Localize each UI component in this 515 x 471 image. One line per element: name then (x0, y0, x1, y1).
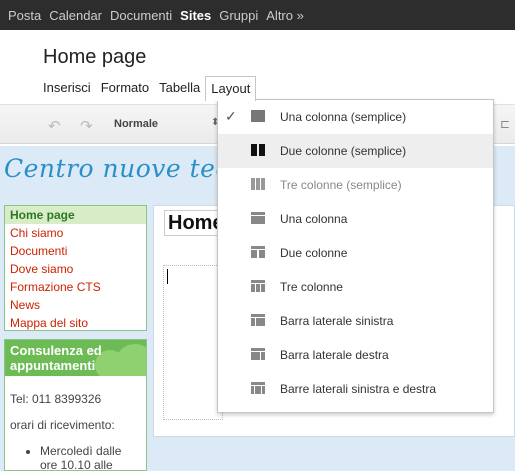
two-columns-icon (251, 246, 265, 258)
layout-dropdown: ✓ Una colonna (semplice) Due colonne (se… (217, 99, 494, 413)
site-nav-news[interactable]: News (5, 296, 146, 314)
undo-icon[interactable]: ↶ (48, 117, 61, 135)
contact-phone: Tel: 011 8399326 (10, 392, 102, 406)
one-column-icon (251, 212, 265, 224)
topbar-link-gruppi[interactable]: Gruppi (215, 8, 262, 23)
two-columns-simple-icon (251, 144, 265, 156)
topbar-link-calendar[interactable]: Calendar (45, 8, 106, 23)
site-nav-chi-siamo[interactable]: Chi siamo (5, 224, 146, 242)
layout-option-label: Tre colonne (semplice) (280, 178, 402, 192)
contact-hours-label: orari di ricevimento: (10, 418, 115, 432)
layout-option-label: Due colonne (280, 246, 348, 260)
topbar-link-documenti[interactable]: Documenti (106, 8, 176, 23)
paragraph-style-select[interactable]: Normale (114, 118, 158, 130)
contact-header-text: Consulenza ed appuntamenti (10, 343, 102, 373)
layout-option-three-columns[interactable]: Tre colonne (218, 270, 493, 304)
contact-gadget: Consulenza ed appuntamenti Tel: 011 8399… (4, 339, 147, 471)
one-column-simple-icon (251, 110, 265, 122)
content-heading[interactable]: Home (164, 210, 224, 236)
site-nav-mappa[interactable]: Mappa del sito (5, 314, 146, 332)
both-sidebars-icon (251, 382, 265, 394)
page-title: Home page (43, 46, 147, 68)
menu-formato[interactable]: Formato (96, 76, 154, 100)
content-edit-area[interactable] (163, 265, 223, 420)
layout-option-one-column-simple[interactable]: ✓ Una colonna (semplice) (218, 100, 493, 134)
layout-option-label: Barra laterale sinistra (280, 314, 394, 328)
layout-option-one-column[interactable]: Una colonna (218, 202, 493, 236)
contact-body: Tel: 011 8399326 orari di ricevimento: M… (5, 376, 146, 471)
left-sidebar-icon (251, 314, 265, 326)
more-toolbar-icon[interactable]: ⊏ (500, 117, 510, 131)
topbar-link-altro[interactable]: Altro » (262, 8, 308, 23)
layout-option-two-columns[interactable]: Due colonne (218, 236, 493, 270)
layout-option-two-columns-simple[interactable]: Due colonne (semplice) (218, 134, 493, 168)
three-columns-icon (251, 280, 265, 292)
menu-tabella[interactable]: Tabella (154, 76, 205, 100)
site-nav-dove-siamo[interactable]: Dove siamo (5, 260, 146, 278)
site-nav-home[interactable]: Home page (5, 206, 146, 224)
site-navigation: Home page Chi siamo Documenti Dove siamo… (4, 205, 147, 331)
menu-layout[interactable]: Layout (205, 75, 257, 101)
layout-option-right-sidebar[interactable]: Barra laterale destra (218, 338, 493, 372)
site-nav-documenti[interactable]: Documenti (5, 242, 146, 260)
three-columns-simple-icon (251, 178, 265, 190)
google-bar: Posta Calendar Documenti Sites Gruppi Al… (0, 0, 515, 30)
redo-icon[interactable]: ↷ (80, 117, 93, 135)
topbar-link-sites[interactable]: Sites (176, 8, 215, 23)
layout-option-label: Barre laterali sinistra e destra (280, 382, 437, 396)
layout-option-label: Barra laterale destra (280, 348, 389, 362)
layout-option-label: Una colonna (280, 212, 348, 226)
editor-menubar: Inserisci Formato Tabella Layout (38, 75, 257, 101)
menu-inserisci[interactable]: Inserisci (38, 76, 96, 100)
contact-hours-item: Mercoledì dalle ore 10.10 alle (40, 444, 141, 471)
layout-option-label: Due colonne (semplice) (280, 144, 407, 158)
layout-option-label: Tre colonne (280, 280, 343, 294)
checkmark-icon: ✓ (225, 108, 237, 124)
layout-option-three-columns-simple[interactable]: Tre colonne (semplice) (218, 168, 493, 202)
right-sidebar-icon (251, 348, 265, 360)
site-nav-formazione[interactable]: Formazione CTS (5, 278, 146, 296)
topbar-link-posta[interactable]: Posta (4, 8, 45, 23)
layout-option-left-sidebar[interactable]: Barra laterale sinistra (218, 304, 493, 338)
text-caret (167, 269, 168, 284)
layout-option-label: Una colonna (semplice) (280, 110, 407, 124)
contact-header: Consulenza ed appuntamenti (5, 340, 146, 376)
layout-option-both-sidebars[interactable]: Barre laterali sinistra e destra (218, 372, 493, 406)
